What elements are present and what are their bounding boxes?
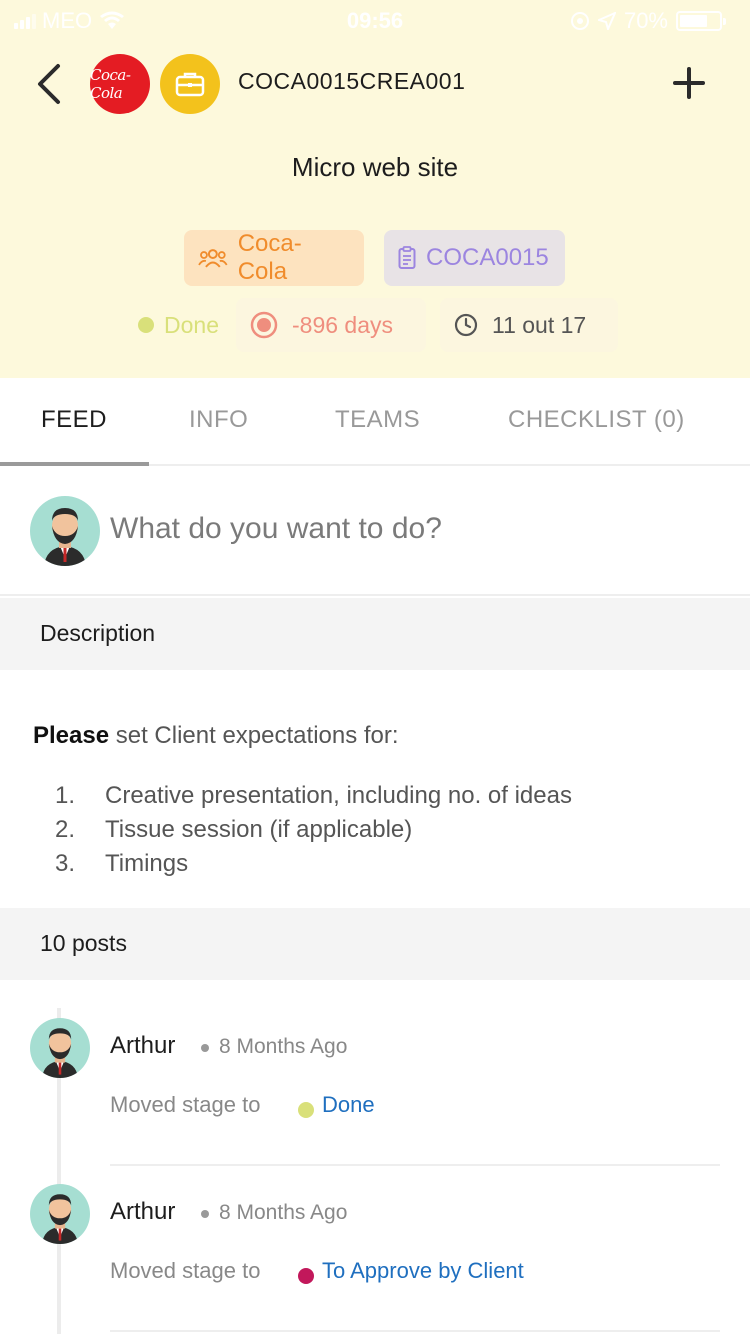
stage-dot — [298, 1268, 314, 1284]
stage-link[interactable]: Done — [322, 1092, 375, 1118]
description-label: Description — [40, 620, 156, 646]
separator-dot — [201, 1210, 209, 1218]
list-item-text: Timings — [105, 850, 189, 877]
list-item-number: 1. — [55, 782, 76, 809]
battery-icon — [676, 11, 726, 31]
clock-icon — [454, 313, 478, 337]
back-icon[interactable] — [30, 60, 70, 108]
battery-percent: 70% — [623, 8, 668, 33]
post-item[interactable]: Arthur 8 Months Ago Moved stage to Done — [0, 1018, 750, 1184]
stage-link[interactable]: To Approve by Client — [322, 1258, 524, 1284]
project-chip-label: COCA0015 — [426, 244, 549, 271]
days-indicator: -896 days — [236, 298, 426, 352]
post-author: Arthur — [110, 1198, 176, 1225]
client-logo: Coca-Cola — [90, 54, 150, 114]
avatar — [30, 1184, 90, 1244]
post-item[interactable]: Arthur 8 Months Ago Moved stage to To Ap… — [0, 1184, 750, 1334]
list-item-number: 2. — [55, 816, 76, 843]
post-time: 8 Months Ago — [219, 1201, 348, 1224]
location-icon — [597, 12, 616, 30]
orientation-lock-icon — [570, 12, 589, 30]
status-right: 70% — [570, 8, 726, 34]
checklist-progress: 11 out 17 — [440, 298, 618, 352]
list-item: 1. Creative presentation, including no. … — [55, 782, 572, 816]
post-action: Moved stage to — [110, 1258, 261, 1283]
description-header: Description — [0, 598, 750, 670]
post-composer[interactable]: What do you want to do? — [0, 466, 750, 596]
clipboard-icon — [398, 246, 416, 269]
avatar — [30, 1018, 90, 1078]
add-icon[interactable] — [668, 62, 710, 104]
group-icon — [198, 249, 228, 268]
tab-bar: FEED INFO TEAMS CHECKLIST (0) — [0, 378, 750, 466]
project-chip[interactable]: COCA0015 — [384, 230, 565, 286]
job-code: COCA0015CREA001 — [238, 68, 466, 94]
stage-dot — [298, 1102, 314, 1118]
tab-checklist[interactable]: CHECKLIST (0) — [508, 406, 685, 434]
list-item-number: 3. — [55, 850, 76, 877]
list-item: 2. Tissue session (if applicable) — [55, 816, 572, 850]
post-divider — [110, 1330, 720, 1332]
status-dot — [138, 317, 154, 333]
post-divider — [110, 1164, 720, 1166]
days-label: -896 days — [292, 311, 394, 338]
description-intro-bold: Please — [33, 722, 110, 749]
client-logo-text: Coca-Cola — [90, 66, 131, 102]
tab-feed[interactable]: FEED — [41, 406, 107, 434]
status-bar: MEO 09:56 70% — [0, 0, 750, 40]
briefcase-icon — [160, 54, 220, 114]
description-list: 1. Creative presentation, including no. … — [55, 782, 572, 884]
checklist-count: 11 out 17 — [492, 311, 587, 338]
post-action: Moved stage to — [110, 1092, 261, 1117]
battery-level — [680, 15, 707, 27]
posts-count: 10 posts — [40, 930, 127, 956]
posts-header: 10 posts — [0, 908, 750, 980]
list-item: 3. Timings — [55, 850, 572, 884]
client-chip[interactable]: Coca-Cola — [184, 230, 364, 286]
status-label: Done — [164, 311, 219, 338]
status-indicator: Done — [128, 298, 229, 352]
tab-info[interactable]: INFO — [189, 406, 248, 434]
list-item-text: Creative presentation, including no. of … — [105, 782, 572, 809]
target-icon — [250, 311, 278, 339]
client-chip-label: Coca-Cola — [237, 230, 302, 285]
description-intro: Please set Client expectations for: — [33, 722, 399, 750]
tab-teams[interactable]: TEAMS — [335, 406, 420, 434]
job-header: MEO 09:56 70% Coca-Cola COCA0015CREA001 … — [0, 0, 750, 378]
avatar — [30, 496, 100, 566]
separator-dot — [201, 1044, 209, 1052]
composer-placeholder[interactable]: What do you want to do? — [110, 512, 442, 546]
description-intro-text: set Client expectations for: — [115, 722, 399, 749]
post-author: Arthur — [110, 1032, 176, 1059]
job-title: Micro web site — [291, 152, 459, 182]
post-time: 8 Months Ago — [219, 1035, 348, 1058]
list-item-text: Tissue session (if applicable) — [105, 816, 413, 843]
